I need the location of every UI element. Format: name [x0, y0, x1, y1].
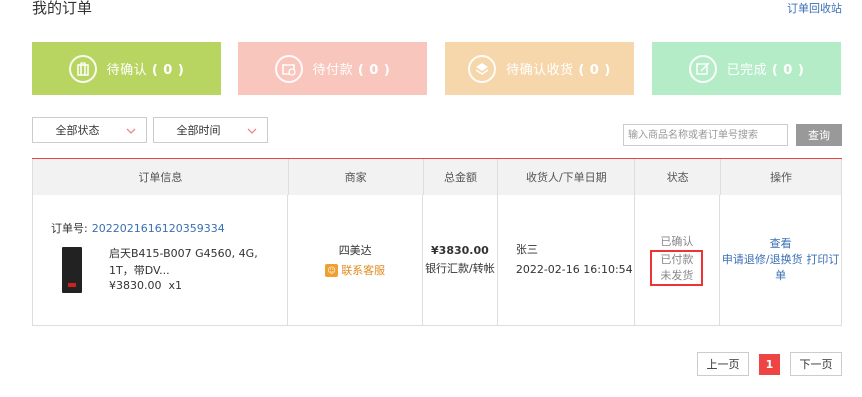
- header-order-info: 订单信息: [33, 159, 289, 195]
- order-date: 2022-02-16 16:10:54: [515, 263, 633, 276]
- header-total: 总金额: [424, 159, 499, 195]
- product-qty: x1: [168, 279, 183, 292]
- stat-pending-payment[interactable]: 待付款 ( 0 ): [238, 42, 427, 95]
- stat-count: ( 0 ): [357, 63, 391, 78]
- order-number-label: 订单号:: [51, 222, 88, 235]
- header-receiver-date: 收货人/下单日期: [498, 159, 636, 195]
- time-filter-value: 全部时间: [176, 124, 221, 137]
- current-page[interactable]: 1: [759, 354, 780, 375]
- stat-pending-receipt[interactable]: 待确认收货 ( 0 ): [445, 42, 634, 95]
- edit-icon: [688, 54, 717, 83]
- product-price: ¥3830.00: [109, 279, 162, 292]
- search-button[interactable]: 查询: [796, 124, 842, 146]
- header-status: 状态: [635, 159, 722, 195]
- status-filter-value: 全部状态: [55, 124, 100, 137]
- page-title: 我的订单: [32, 0, 93, 17]
- stat-pending-confirm[interactable]: 待确认 ( 0 ): [32, 42, 221, 95]
- stat-count: ( 0 ): [771, 63, 805, 78]
- order-info-cell: 订单号: 2022021616120359334 启天B415-B007 G456…: [33, 195, 289, 325]
- status-paid: 已付款: [660, 253, 694, 266]
- status-cell: 已确认 已付款 未发货: [635, 195, 721, 325]
- stat-label: 已完成: [726, 63, 768, 78]
- stat-label: 待付款: [312, 63, 354, 78]
- contact-service-button[interactable]: ☺ 联系客服: [325, 262, 385, 278]
- luggage-icon: [68, 54, 97, 83]
- recycle-bin-link[interactable]: 订单回收站: [787, 0, 842, 16]
- chevron-down-icon: [116, 124, 146, 137]
- view-order-link[interactable]: 查看: [770, 236, 792, 252]
- status-filter-select[interactable]: 全部状态: [32, 117, 147, 143]
- receiver-cell: 张三 2022-02-16 16:10:54: [498, 195, 635, 325]
- chat-icon: ☺: [325, 263, 339, 277]
- prev-page-button[interactable]: 上一页: [697, 352, 749, 376]
- stat-completed[interactable]: 已完成 ( 0 ): [652, 42, 841, 95]
- search-input[interactable]: [623, 124, 788, 146]
- total-cell: ¥3830.00 银行汇款/转帐: [423, 195, 498, 325]
- product-name[interactable]: 启天B415-B007 G4560, 4G, 1T，带DV...: [109, 245, 259, 279]
- table-row: 订单号: 2022021616120359334 启天B415-B007 G456…: [32, 195, 842, 326]
- next-page-button[interactable]: 下一页: [790, 352, 842, 376]
- payment-method: 银行汇款/转帐: [425, 262, 495, 275]
- header-shop: 商家: [289, 159, 424, 195]
- status-highlight-box: 已付款 未发货: [650, 250, 704, 286]
- stat-label: 待确认收货: [506, 63, 574, 78]
- order-number: 订单号: 2022021616120359334: [51, 220, 225, 236]
- layers-icon: [468, 54, 497, 83]
- order-table: 订单信息 商家 总金额 收货人/下单日期 状态 操作 订单号: 202202161…: [32, 158, 842, 326]
- time-filter-select[interactable]: 全部时间: [153, 117, 268, 143]
- stat-count: ( 0 ): [578, 63, 611, 78]
- contact-service-label: 联系客服: [341, 264, 386, 277]
- return-request-link[interactable]: 申请退修/退换货: [722, 253, 803, 266]
- total-amount: ¥3830.00: [431, 244, 489, 257]
- product-price-qty: ¥3830.00 x1: [109, 279, 182, 292]
- shop-cell: 四美达 ☺ 联系客服: [288, 195, 424, 325]
- status-shipping: 未发货: [660, 269, 694, 282]
- order-number-value[interactable]: 2022021616120359334: [92, 222, 225, 235]
- table-header: 订单信息 商家 总金额 收货人/下单日期 状态 操作: [32, 159, 842, 195]
- header-actions: 操作: [721, 159, 842, 195]
- stat-count: ( 0 ): [151, 63, 185, 78]
- shop-name: 四美达: [338, 244, 372, 257]
- receiver-name: 张三: [515, 243, 538, 256]
- stat-label: 待确认: [106, 63, 148, 78]
- wallet-icon: [274, 54, 303, 83]
- chevron-down-icon: [237, 124, 267, 137]
- product-image[interactable]: [51, 245, 93, 295]
- status-confirmed: 已确认: [660, 235, 694, 248]
- actions-cell: 查看 申请退修/退换货 打印订单: [720, 195, 841, 325]
